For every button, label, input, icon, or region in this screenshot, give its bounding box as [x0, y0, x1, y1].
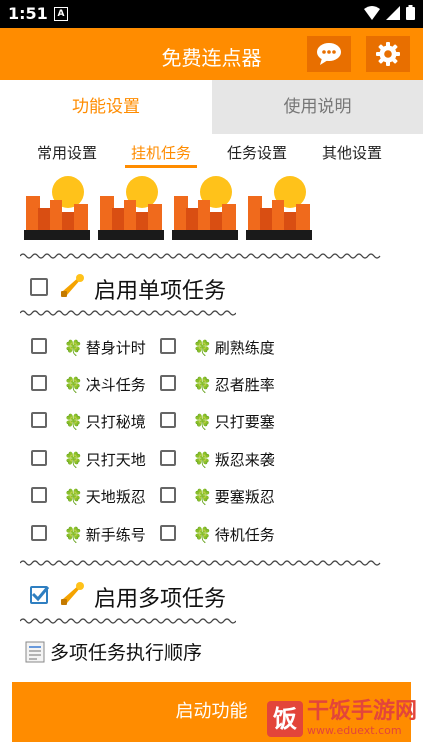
app-title: 免费连点器: [161, 46, 262, 70]
subtab-common-settings[interactable]: 常用设置: [37, 142, 97, 163]
multi-task-label: 启用多项任务: [94, 587, 227, 612]
horn-icon: [61, 274, 84, 297]
task-label: 叛忍来袭: [214, 451, 275, 469]
watermark-text: 干饭手游网: [306, 699, 417, 724]
task-checkbox[interactable]: [160, 412, 176, 428]
main-tabs: 功能设置 使用说明: [0, 80, 423, 134]
task-label: 只打天地: [85, 451, 146, 469]
task-item: 🍀 待机任务: [193, 524, 275, 545]
task-checkbox[interactable]: [31, 412, 47, 428]
wifi-icon: [364, 5, 380, 20]
subtab-task-settings[interactable]: 任务设置: [227, 142, 287, 163]
task-item: 🍀 决斗任务: [64, 374, 146, 395]
clover-icon: 🍀: [193, 451, 212, 469]
task-item: 🍀 只打天地: [64, 449, 146, 470]
task-label: 只打秘境: [85, 413, 146, 431]
task-order-row[interactable]: 多项任务执行顺序: [24, 638, 202, 665]
task-checkbox[interactable]: [31, 525, 47, 541]
tab-function-settings[interactable]: 功能设置: [0, 80, 212, 134]
task-label: 天地叛忍: [85, 488, 146, 506]
clover-icon: 🍀: [193, 488, 212, 506]
task-label: 替身计时: [85, 339, 146, 357]
task-label: 新手练号: [85, 526, 146, 544]
task-label: 待机任务: [214, 526, 275, 544]
clover-icon: 🍀: [64, 413, 83, 431]
multi-task-checkbox[interactable]: [30, 586, 50, 604]
clover-icon: 🍀: [64, 526, 83, 544]
chat-button[interactable]: [307, 36, 351, 72]
clover-icon: 🍀: [193, 413, 212, 431]
gear-icon: [376, 42, 400, 66]
watermark-url: www.eduext.com: [306, 724, 402, 737]
wavy-divider: [20, 618, 236, 624]
task-item: 🍀 只打秘境: [64, 411, 146, 432]
task-checkbox[interactable]: [31, 338, 47, 354]
task-item: 🍀 要塞叛忍: [193, 486, 275, 507]
subtab-other-settings[interactable]: 其他设置: [322, 142, 382, 163]
wavy-divider: [20, 310, 236, 316]
city-sunset-image: [246, 176, 312, 240]
task-checkbox[interactable]: [31, 375, 47, 391]
city-sunset-image: [24, 176, 90, 240]
task-order-label: 多项任务执行顺序: [50, 642, 203, 664]
task-checkbox[interactable]: [31, 450, 47, 466]
checkmark-icon: [31, 586, 50, 602]
task-label: 只打要塞: [214, 413, 275, 431]
clover-icon: 🍀: [64, 451, 83, 469]
status-time: 1:51: [8, 4, 48, 23]
task-checkbox[interactable]: [160, 450, 176, 466]
wavy-divider: [20, 253, 381, 259]
task-label: 忍者胜率: [214, 376, 275, 394]
sub-tabs: 常用设置 挂机任务 任务设置 其他设置: [0, 134, 423, 168]
task-item: 🍀 叛忍来袭: [193, 449, 275, 470]
status-bar: 1:51 A: [0, 0, 423, 28]
clover-icon: 🍀: [193, 376, 212, 394]
task-checkbox[interactable]: [160, 375, 176, 391]
clover-icon: 🍀: [64, 339, 83, 357]
task-item: 🍀 新手练号: [64, 524, 146, 545]
task-item: 🍀 忍者胜率: [193, 374, 275, 395]
task-label: 要塞叛忍: [214, 488, 275, 506]
task-checkbox[interactable]: [31, 487, 47, 503]
task-item: 🍀 刷熟练度: [193, 337, 275, 358]
task-checkbox[interactable]: [160, 525, 176, 541]
single-task-checkbox[interactable]: [30, 278, 48, 296]
task-checkbox[interactable]: [160, 338, 176, 354]
clover-icon: 🍀: [64, 488, 83, 506]
city-banners: [24, 174, 312, 240]
horn-icon: [61, 582, 84, 605]
app-bar: 免费连点器: [0, 28, 423, 80]
clover-icon: 🍀: [193, 526, 212, 544]
subtab-idle-tasks[interactable]: 挂机任务: [125, 142, 198, 168]
single-task-label: 启用单项任务: [94, 279, 227, 304]
city-sunset-image: [172, 176, 238, 240]
watermark: 饭 干饭手游网 www.eduext.com: [266, 699, 417, 738]
clover-icon: 🍀: [64, 376, 83, 394]
chat-bubble-icon: [317, 43, 341, 65]
task-item: 🍀 天地叛忍: [64, 486, 146, 507]
city-sunset-image: [98, 176, 164, 240]
clover-icon: 🍀: [193, 339, 212, 357]
battery-icon: [406, 5, 415, 20]
task-label: 决斗任务: [85, 376, 146, 394]
settings-button[interactable]: [366, 36, 410, 72]
watermark-logo: 饭: [266, 700, 303, 737]
task-checkbox[interactable]: [160, 487, 176, 503]
task-item: 🍀 替身计时: [64, 337, 146, 358]
notepad-icon: [25, 641, 45, 662]
notification-icon: A: [54, 7, 68, 21]
wavy-divider: [20, 560, 381, 566]
system-icons: [364, 5, 415, 20]
task-item: 🍀 只打要塞: [193, 411, 275, 432]
watermark-text-block: 干饭手游网 www.eduext.com: [306, 699, 417, 738]
task-label: 刷熟练度: [214, 339, 275, 357]
tab-instructions[interactable]: 使用说明: [212, 80, 423, 134]
signal-icon: [386, 5, 400, 20]
